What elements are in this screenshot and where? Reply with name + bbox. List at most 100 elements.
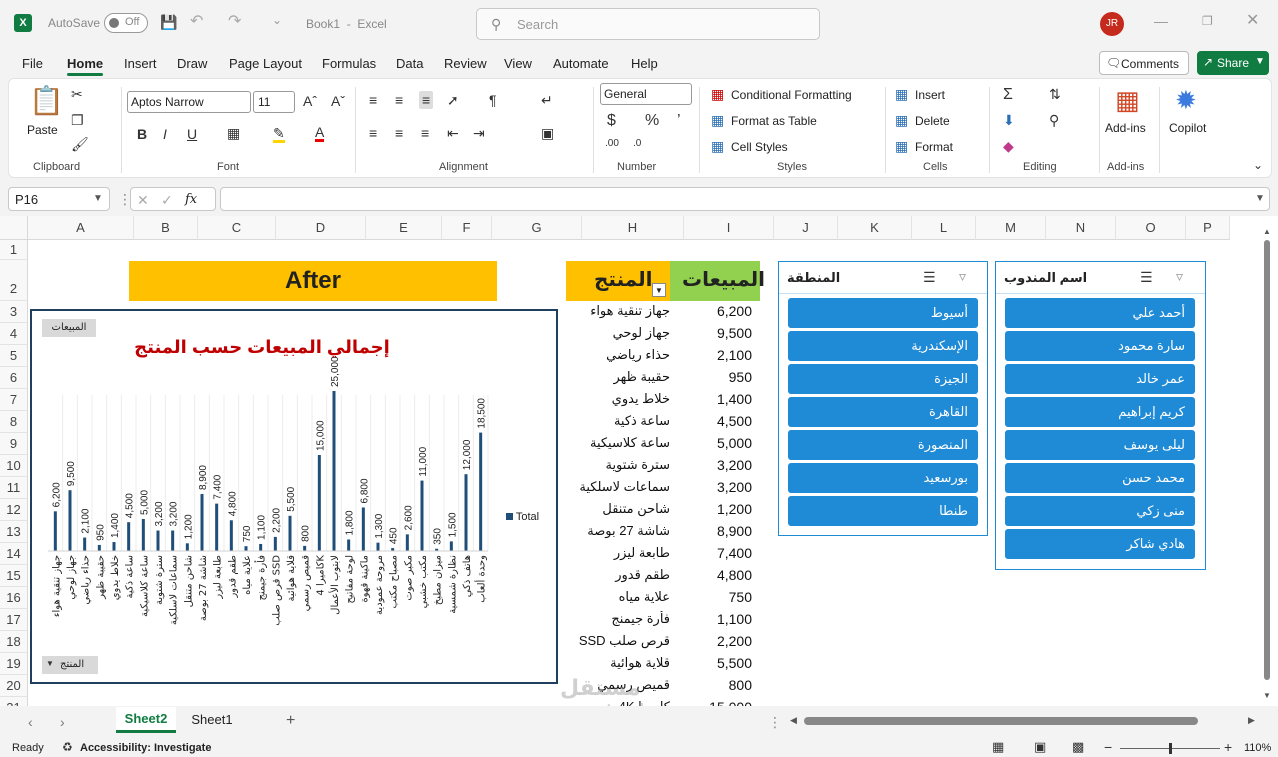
fx-button[interactable]: fx — [185, 192, 197, 207]
column-header[interactable]: C — [198, 216, 276, 240]
find-icon[interactable]: ⚲ — [1049, 113, 1059, 127]
format-as-table-button[interactable]: Format as Table — [731, 114, 817, 128]
zoom-level[interactable]: 110% — [1244, 742, 1271, 754]
pivot-row-product[interactable]: طقم قدور — [566, 567, 670, 583]
axis-field-button[interactable]: ▼ المنتج — [42, 656, 98, 674]
chart-bar[interactable] — [200, 494, 204, 551]
row-header[interactable]: 6 — [0, 367, 28, 389]
page-layout-view-icon[interactable]: ▣ — [1034, 740, 1046, 753]
chart-bar[interactable] — [273, 536, 277, 551]
pivot-row-product[interactable]: قلاية هوائية — [566, 655, 670, 671]
chart-bar[interactable] — [303, 545, 307, 551]
redo-icon[interactable]: ↷ — [228, 14, 241, 30]
slicer-region-item[interactable]: الجيزة — [788, 364, 978, 394]
align-left-icon[interactable]: ≡ — [369, 126, 377, 140]
slicer-rep-item[interactable]: كريم إبراهيم — [1005, 397, 1195, 427]
row-header[interactable]: 13 — [0, 521, 28, 543]
accessibility-icon[interactable]: ♻ — [62, 741, 73, 753]
row-header[interactable]: 15 — [0, 565, 28, 587]
increase-indent-icon[interactable]: ⇥ — [473, 126, 485, 140]
increase-font-icon[interactable]: Aˆ — [303, 94, 317, 108]
paste-label[interactable]: Paste — [27, 123, 58, 137]
row-header[interactable]: 16 — [0, 587, 28, 609]
comments-button[interactable]: 🗨 Comments — [1099, 51, 1189, 75]
chart-bar[interactable] — [171, 530, 175, 551]
avatar[interactable]: JR — [1100, 12, 1124, 36]
paste-icon[interactable]: 📋 — [29, 87, 64, 115]
pivot-row-sales[interactable]: 3,200 — [680, 479, 752, 495]
slicer-region[interactable]: المنطقة ☰ ▿ أسيوط الإسكندرية الجيزة القاهرة… — [778, 261, 988, 536]
comma-icon[interactable]: ’ — [677, 113, 681, 129]
slicer-region-item[interactable]: أسيوط — [788, 298, 978, 328]
conditional-formatting-icon[interactable]: ▦ — [711, 87, 724, 101]
chart-bar[interactable] — [141, 519, 145, 551]
row-header[interactable]: 14 — [0, 543, 28, 565]
slicer-region-item[interactable]: طنطا — [788, 496, 978, 526]
row-header[interactable]: 17 — [0, 609, 28, 631]
chart-bar[interactable] — [361, 507, 365, 551]
row-header[interactable]: 18 — [0, 631, 28, 653]
font-color-icon[interactable]: A — [315, 125, 325, 142]
row-header[interactable]: 10 — [0, 455, 28, 477]
fill-icon[interactable]: ⬇ — [1003, 113, 1015, 127]
bold-icon[interactable]: B — [137, 127, 147, 141]
pivot-row-sales[interactable]: 1,400 — [680, 391, 752, 407]
vertical-scrollbar[interactable]: ▲ ▼ — [1262, 226, 1272, 704]
decrease-decimal-icon[interactable]: .0 — [633, 139, 641, 149]
multi-select-icon[interactable]: ☰ — [1140, 270, 1153, 284]
chart-bar[interactable] — [53, 511, 57, 551]
pivot-row-product[interactable]: شاحن متنقل — [566, 501, 670, 517]
chart-bar[interactable] — [185, 543, 189, 551]
addins-icon[interactable]: ▦ — [1115, 87, 1140, 113]
pivot-row-product[interactable]: جهاز تنقية هواء — [566, 303, 670, 319]
autosave-toggle[interactable]: Off — [104, 13, 148, 33]
chart-bar[interactable] — [376, 542, 380, 551]
column-header[interactable]: H — [582, 216, 684, 240]
pivot-row-product[interactable]: علاية مياه — [566, 589, 670, 605]
copilot-button[interactable]: Copilot — [1169, 121, 1206, 135]
rtl-icon[interactable]: ¶ — [489, 93, 497, 107]
search-box[interactable]: ⚲ Search — [476, 8, 820, 40]
row-header[interactable]: 8 — [0, 411, 28, 433]
pivot-row-sales[interactable]: 8,900 — [680, 523, 752, 539]
pivot-row-sales[interactable]: 5,000 — [680, 435, 752, 451]
clear-icon[interactable]: ◆ — [1003, 139, 1014, 153]
slicer-region-item[interactable]: بورسعيد — [788, 463, 978, 493]
slicer-rep-item[interactable]: هادي شاكر — [1005, 529, 1195, 559]
sort-filter-icon[interactable]: ⇅ — [1049, 87, 1061, 101]
column-header[interactable]: L — [912, 216, 976, 240]
slicer-region-item[interactable]: القاهرة — [788, 397, 978, 427]
tab-page-layout[interactable]: Page Layout — [229, 56, 302, 71]
pivot-row-product[interactable]: جهاز لوحي — [566, 325, 670, 341]
slicer-rep-item[interactable]: محمد حسن — [1005, 463, 1195, 493]
scroll-up-icon[interactable]: ▲ — [1263, 228, 1271, 236]
format-cells-button[interactable]: Format — [915, 140, 953, 154]
delete-cells-icon[interactable]: ▦ — [895, 113, 908, 127]
undo-icon[interactable]: ↶ — [190, 14, 203, 30]
orientation-icon[interactable]: ➚ — [447, 93, 459, 107]
percent-icon[interactable]: % — [645, 113, 659, 129]
borders-icon[interactable]: ▦ — [227, 126, 240, 140]
addins-button[interactable]: Add-ins — [1105, 121, 1146, 135]
pivot-row-sales[interactable]: 4,500 — [680, 413, 752, 429]
italic-icon[interactable]: I — [163, 127, 167, 141]
wrap-text-icon[interactable]: ↵ — [541, 93, 553, 107]
chart-bar[interactable] — [156, 530, 160, 551]
chart-bar[interactable] — [479, 432, 483, 551]
share-button[interactable]: ↗ Share ▼ — [1197, 51, 1269, 75]
number-format-select[interactable]: General — [600, 83, 692, 105]
pivot-row-sales[interactable]: 2,100 — [680, 347, 752, 363]
chart-bar[interactable] — [449, 541, 453, 551]
pivot-row-sales[interactable]: 4,800 — [680, 567, 752, 583]
tab-home[interactable]: Home — [67, 56, 104, 76]
currency-icon[interactable]: $ — [607, 113, 616, 129]
horizontal-scroll-thumb[interactable] — [804, 717, 1198, 725]
vertical-scroll-thumb[interactable] — [1264, 240, 1270, 680]
slicer-region-item[interactable]: الإسكندرية — [788, 331, 978, 361]
pivot-row-sales[interactable]: 9,500 — [680, 325, 752, 341]
row-header[interactable]: 1 — [0, 240, 28, 260]
customize-qat-icon[interactable]: ⌄ — [272, 14, 282, 26]
chart-bar[interactable] — [259, 543, 263, 551]
name-box[interactable]: P16 ▼ — [8, 187, 110, 211]
formula-input[interactable]: ▼ — [220, 187, 1270, 211]
